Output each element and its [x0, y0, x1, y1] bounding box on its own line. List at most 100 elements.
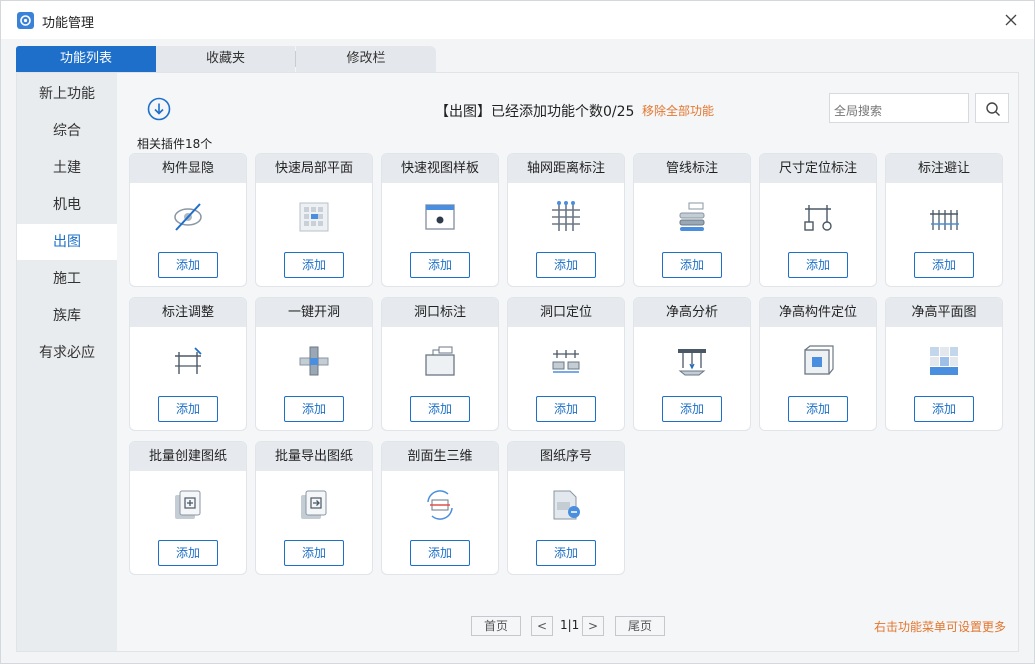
- plugin-card: 批量创建图纸 添加: [129, 441, 247, 575]
- plugin-title: 一键开洞: [256, 298, 372, 327]
- plugin-title: 标注避让: [886, 154, 1002, 183]
- sidebar-item-general[interactable]: 综合: [17, 113, 117, 149]
- plugin-card: 净高构件定位 添加: [759, 297, 877, 431]
- last-page-button[interactable]: 尾页: [615, 616, 665, 636]
- plugin-card: 净高分析 添加: [633, 297, 751, 431]
- window-title: 功能管理: [42, 16, 95, 31]
- plugin-card: 批量导出图纸 添加: [255, 441, 373, 575]
- plugin-card: 快速视图样板 添加: [381, 153, 499, 287]
- plugin-title: 净高构件定位: [760, 298, 876, 327]
- sidebar-item-family-library[interactable]: 族库: [17, 298, 117, 334]
- added-count-status: 【出图】已经添加功能个数0/25: [435, 104, 635, 120]
- right-click-hint: 右击功能菜单可设置更多: [874, 620, 1007, 634]
- add-button[interactable]: 添加: [536, 252, 596, 278]
- batch-export-sheet-icon: [301, 490, 327, 519]
- add-button[interactable]: 添加: [536, 540, 596, 566]
- height-element-locate-icon: [804, 345, 834, 375]
- add-button[interactable]: 添加: [284, 252, 344, 278]
- eye-slash-icon: [174, 203, 202, 231]
- plugin-title: 批量导出图纸: [256, 442, 372, 471]
- sidebar-item-drawing[interactable]: 出图: [17, 224, 117, 260]
- function-manager-window: 功能管理 功能列表 收藏夹 修改栏 新上功能 综合 土建 机电 出图 施工 族库…: [0, 0, 1035, 664]
- add-button[interactable]: 添加: [788, 396, 848, 422]
- open-hole-icon: [299, 346, 329, 376]
- close-icon[interactable]: [1002, 11, 1020, 29]
- add-button[interactable]: 添加: [662, 396, 722, 422]
- category-sidebar: 新上功能 综合 土建 机电 出图 施工 族库 有求必应: [17, 73, 117, 651]
- plugin-title: 快速局部平面: [256, 154, 372, 183]
- tab-function-list[interactable]: 功能列表: [16, 46, 156, 72]
- plugin-content: 【出图】已经添加功能个数0/25 移除全部功能 相关插件18个 构件显隐 添加: [117, 73, 1018, 651]
- sidebar-item-civil[interactable]: 土建: [17, 150, 117, 186]
- grid-dimension-icon: [552, 201, 580, 231]
- add-button[interactable]: 添加: [662, 252, 722, 278]
- height-plan-icon: [930, 347, 958, 375]
- section-3d-icon: [427, 490, 453, 520]
- opening-locate-icon: [552, 350, 580, 373]
- plugin-title: 管线标注: [634, 154, 750, 183]
- global-search-input[interactable]: [829, 93, 969, 123]
- search-button[interactable]: [975, 93, 1009, 123]
- add-button[interactable]: 添加: [788, 252, 848, 278]
- tab-modify-bar[interactable]: 修改栏: [296, 46, 436, 72]
- sidebar-item-mep[interactable]: 机电: [17, 187, 117, 223]
- plugin-card: 标注避让 添加: [885, 153, 1003, 287]
- title-bar: 功能管理: [1, 1, 1034, 39]
- plugin-card: 洞口标注 添加: [381, 297, 499, 431]
- add-button[interactable]: 添加: [284, 540, 344, 566]
- add-button[interactable]: 添加: [410, 396, 470, 422]
- plugin-title: 图纸序号: [508, 442, 624, 471]
- plugin-card: 一键开洞 添加: [255, 297, 373, 431]
- remove-all-link[interactable]: 移除全部功能: [642, 102, 714, 119]
- plugin-title: 构件显隐: [130, 154, 246, 183]
- plugin-card: 剖面生三维 添加: [381, 441, 499, 575]
- opening-tag-icon: [425, 346, 455, 376]
- dimension-locate-icon: [804, 205, 832, 231]
- first-page-button[interactable]: 首页: [471, 616, 521, 636]
- plugin-title: 轴网距离标注: [508, 154, 624, 183]
- plugin-title: 标注调整: [130, 298, 246, 327]
- plugin-card: 快速局部平面 添加: [255, 153, 373, 287]
- sidebar-item-new[interactable]: 新上功能: [17, 76, 117, 112]
- download-icon[interactable]: [147, 97, 171, 121]
- main-panel: 新上功能 综合 土建 机电 出图 施工 族库 有求必应 【出图】已经添加功能个数…: [16, 72, 1019, 652]
- sidebar-item-construction[interactable]: 施工: [17, 261, 117, 297]
- page-indicator: 1|1: [560, 618, 580, 632]
- view-template-icon: [425, 204, 455, 230]
- app-logo-icon: [17, 12, 34, 29]
- plugin-title: 批量创建图纸: [130, 442, 246, 471]
- plugin-title: 洞口定位: [508, 298, 624, 327]
- tab-favorites[interactable]: 收藏夹: [156, 46, 295, 72]
- add-button[interactable]: 添加: [284, 396, 344, 422]
- plugin-title: 尺寸定位标注: [760, 154, 876, 183]
- plugin-title: 净高平面图: [886, 298, 1002, 327]
- plugin-card: 构件显隐 添加: [129, 153, 247, 287]
- add-button[interactable]: 添加: [410, 252, 470, 278]
- plugin-count-label: 相关插件18个: [137, 137, 213, 151]
- plugin-title: 净高分析: [634, 298, 750, 327]
- tag-adjust-icon: [175, 347, 202, 374]
- sheet-number-icon: [553, 490, 580, 520]
- plugin-title: 剖面生三维: [382, 442, 498, 471]
- sidebar-item-requests[interactable]: 有求必应: [17, 335, 117, 371]
- plugin-card: 尺寸定位标注 添加: [759, 153, 877, 287]
- add-button[interactable]: 添加: [536, 396, 596, 422]
- prev-page-button[interactable]: <: [531, 616, 553, 636]
- pipe-tag-icon: [679, 202, 705, 231]
- next-page-button[interactable]: >: [582, 616, 604, 636]
- add-button[interactable]: 添加: [158, 540, 218, 566]
- clear-height-icon: [678, 349, 706, 376]
- add-button[interactable]: 添加: [410, 540, 470, 566]
- add-button[interactable]: 添加: [914, 252, 974, 278]
- tag-avoid-icon: [930, 210, 959, 230]
- plugin-card: 标注调整 添加: [129, 297, 247, 431]
- plugin-card: 图纸序号 添加: [507, 441, 625, 575]
- add-button[interactable]: 添加: [158, 396, 218, 422]
- search-icon: [986, 102, 1000, 116]
- plugin-title: 快速视图样板: [382, 154, 498, 183]
- add-button[interactable]: 添加: [158, 252, 218, 278]
- add-button[interactable]: 添加: [914, 396, 974, 422]
- plugin-title: 洞口标注: [382, 298, 498, 327]
- plugin-card: 管线标注 添加: [633, 153, 751, 287]
- plugin-card: 洞口定位 添加: [507, 297, 625, 431]
